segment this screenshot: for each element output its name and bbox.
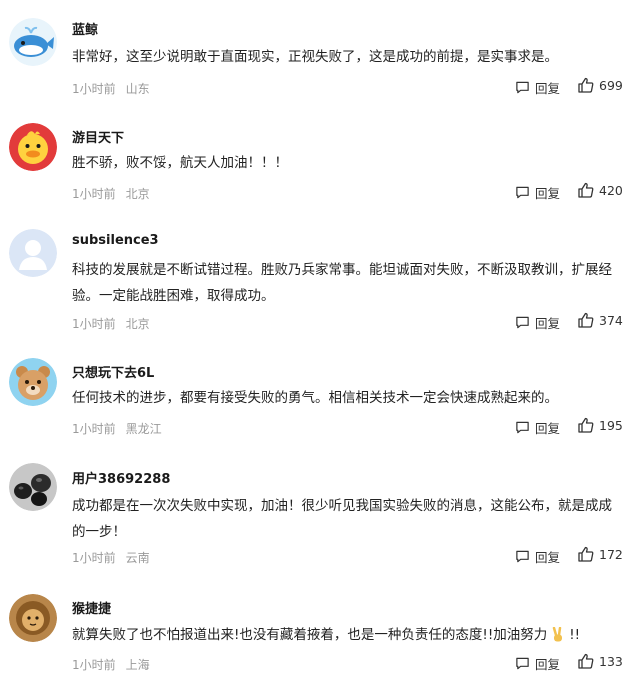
cartoon-bear-avatar-icon [9,358,57,406]
comment-icon [516,657,529,670]
blue-whale-avatar-icon [9,18,57,66]
default-user-avatar-icon [9,229,57,277]
location: 上海 [125,658,150,672]
timestamp: 1小时前 [72,422,116,436]
avatar[interactable] [9,358,57,406]
comment-text: 非常好，这至少说明敢于直面现实，正视失败了，这是成功的前提，是实事求是。 [72,49,558,65]
thumbs-up-icon [578,417,594,433]
comment-meta: 1小时前 北京 [72,315,150,332]
comment-text: 胜不骄，败不馁，航天人加油！！！ [72,155,288,171]
timestamp: 1小时前 [72,317,116,331]
comment-meta: 1小时前 黑龙江 [72,420,162,437]
username[interactable]: 游目天下 [72,127,124,146]
comment-text: 成功都是在一次次失败中实现，加油！很少听见我国实验失败的消息，这能公布，就是成成… [72,498,612,540]
comment-list: 蓝鲸 非常好，这至少说明敢于直面现实，正视失败了，这是成功的前提，是实事求是。 … [0,0,640,689]
comment-icon [516,81,529,94]
location: 北京 [125,187,150,201]
like-button[interactable]: 699 [577,76,623,94]
location: 山东 [125,82,150,96]
avatar[interactable] [9,594,57,642]
timestamp: 1小时前 [72,82,116,96]
comment-meta: 1小时前 北京 [72,185,150,202]
reply-label: 回复 [535,186,561,201]
like-button[interactable]: 172 [577,545,623,563]
timestamp: 1小时前 [72,551,116,565]
like-count: 699 [599,77,623,93]
reply-button[interactable]: 回复 [515,78,560,97]
thumbs-up-icon [578,182,594,198]
like-count: 172 [599,546,623,562]
thumbs-up-icon [578,77,594,93]
comment-meta: 1小时前 上海 [72,656,150,673]
username[interactable]: 只想玩下去6L [72,362,154,381]
like-button[interactable]: 420 [577,181,623,199]
avatar[interactable] [9,123,57,171]
reply-button[interactable]: 回复 [515,183,560,202]
reply-label: 回复 [535,81,561,96]
location: 云南 [125,551,150,565]
comment-meta: 1小时前 山东 [72,80,150,97]
like-count: 133 [599,653,623,669]
lion-avatar-icon [9,594,57,642]
comment-text-suffix: !! [569,627,581,643]
avatar[interactable] [9,463,57,511]
reply-label: 回复 [535,550,561,565]
comment-text: 就算失败了也不怕报道出来!也没有藏着掖着，也是一种负责任的态度!!加油努力!! [72,622,624,648]
reply-button[interactable]: 回复 [515,418,560,437]
username[interactable]: 猴捷捷 [72,598,111,617]
comment-meta: 1小时前 云南 [72,549,150,566]
avatar[interactable] [9,18,57,66]
thumbs-up-icon [578,312,594,328]
like-button[interactable]: 195 [577,416,623,434]
username[interactable]: 蓝鲸 [72,19,98,38]
comment-icon [516,186,529,199]
reply-button[interactable]: 回复 [515,313,560,332]
username[interactable]: subsilence3 [72,233,159,248]
like-count: 420 [599,182,623,198]
comment-text: 科技的发展就是不断试错过程。胜败乃兵家常事。能坦诚面对失败，不断汲取教训，扩展经… [72,262,612,304]
timestamp: 1小时前 [72,658,116,672]
comment-text: 任何技术的进步，都要有接受失败的勇气。相信相关技术一定会快速成熟起来的。 [72,390,558,406]
yellow-duck-avatar-icon [9,123,57,171]
like-count: 374 [599,312,623,328]
comment-icon [516,550,529,563]
reply-label: 回复 [535,316,561,331]
reply-label: 回复 [535,421,561,436]
location: 北京 [125,317,150,331]
like-count: 195 [599,417,623,433]
comment-icon [516,316,529,329]
reply-label: 回复 [535,657,561,672]
avatar[interactable] [9,229,57,277]
username[interactable]: 用户38692288 [72,468,170,487]
victory-hand-icon [553,627,563,642]
reply-button[interactable]: 回复 [515,547,560,566]
reply-button[interactable]: 回复 [515,654,560,673]
timestamp: 1小时前 [72,187,116,201]
like-button[interactable]: 133 [577,652,623,670]
comment-text-main: 就算失败了也不怕报道出来!也没有藏着掖着，也是一种负责任的态度!!加油努力 [72,627,548,643]
thumbs-up-icon [578,653,594,669]
like-button[interactable]: 374 [577,311,623,329]
comment-icon [516,421,529,434]
location: 黑龙江 [125,422,162,436]
thumbs-up-icon [578,546,594,562]
black-stones-avatar-icon [9,463,57,511]
